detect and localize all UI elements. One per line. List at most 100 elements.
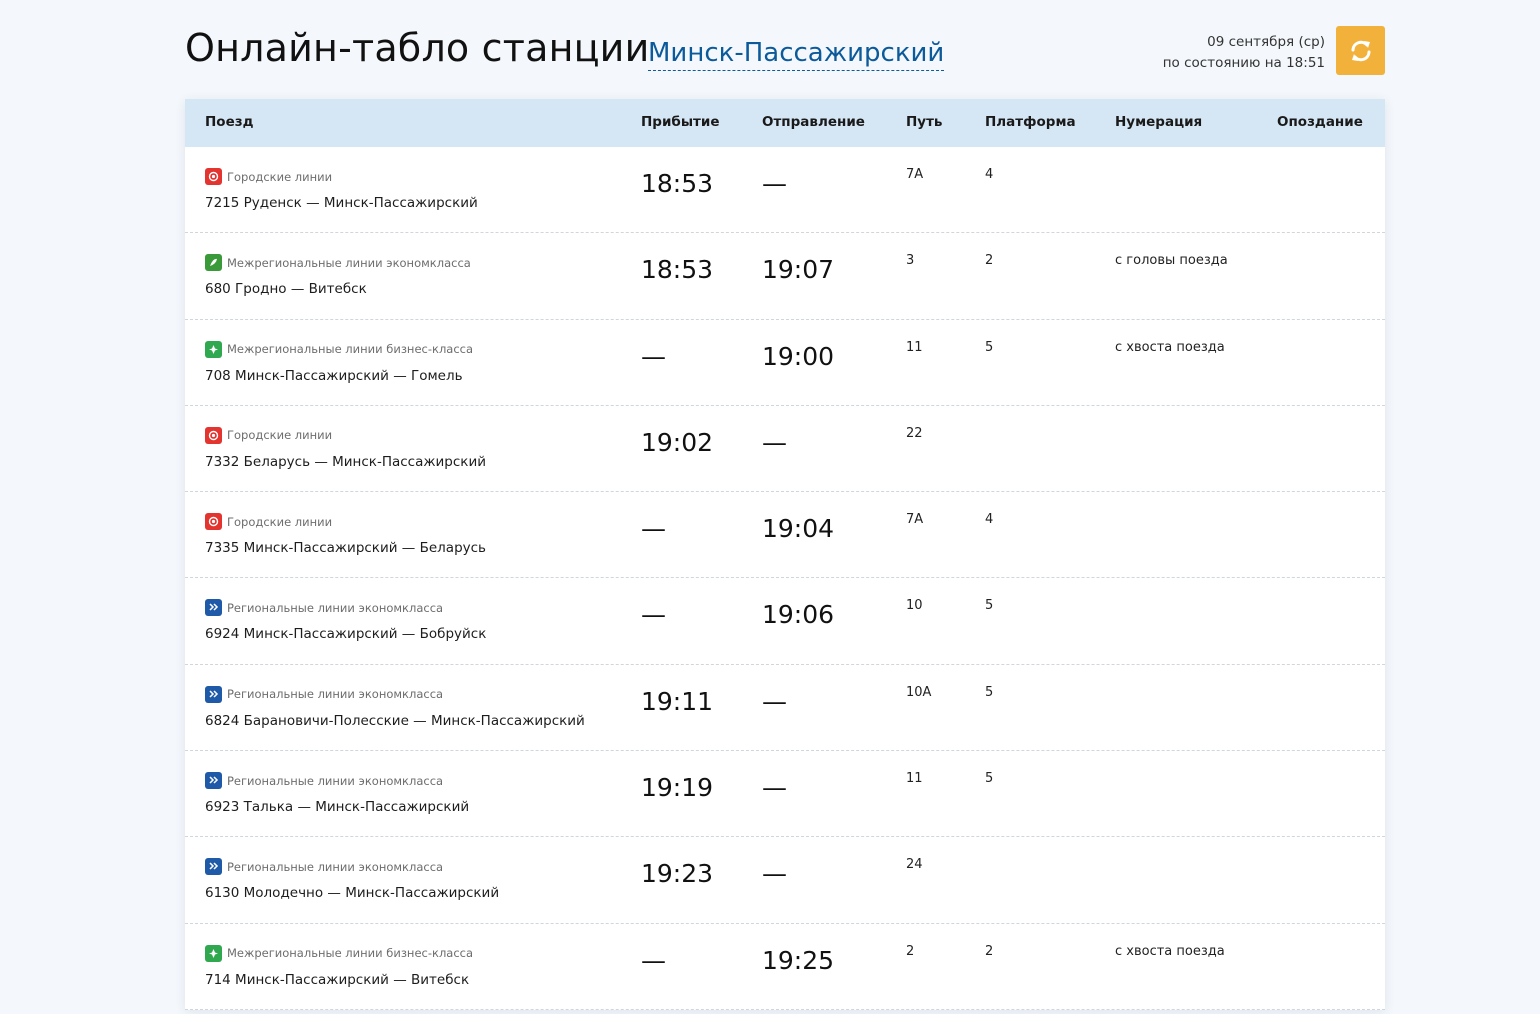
train-category-label: Городские линии xyxy=(227,428,333,443)
regional-econ-icon xyxy=(205,599,222,617)
train-category-label: Региональные линии экономкласса xyxy=(227,773,444,788)
platform-number: 5 xyxy=(985,684,994,700)
col-track: Путь xyxy=(906,114,943,130)
col-numbering: Нумерация xyxy=(1115,114,1203,130)
refresh-icon xyxy=(1351,40,1370,61)
table-row: Городские линии 7215 Руденск — Минск-Пас… xyxy=(185,147,1385,234)
train-category: Городские линии xyxy=(205,426,333,444)
table-header: Поезд Прибытие Отправление Путь Платформ… xyxy=(185,99,1385,147)
col-departure: Отправление xyxy=(762,114,865,130)
arrival-time: 19:23 xyxy=(641,859,714,889)
train-category-label: Городские линии xyxy=(227,169,333,184)
table-row: Городские линии 7332 Беларусь — Минск-Па… xyxy=(185,406,1385,493)
table-row: Межрегиональные линии бизнес-класса 714 … xyxy=(185,924,1385,1010)
arrival-time: — xyxy=(641,341,666,371)
train-category: Межрегиональные линии экономкласса xyxy=(205,254,471,272)
page-title: Онлайн-табло станции xyxy=(185,26,650,70)
col-train: Поезд xyxy=(205,114,254,130)
table-row: Региональные линии экономкласса 6923 Тал… xyxy=(185,751,1385,838)
departure-time: — xyxy=(762,686,787,716)
arrival-time: 19:19 xyxy=(641,773,714,803)
train-route: 7332 Беларусь — Минск-Пассажирский xyxy=(205,453,487,470)
status-block: 09 сентября (ср) по состоянию на 18:51 xyxy=(1163,32,1325,74)
arrival-time: — xyxy=(641,945,666,975)
car-numbering: с хвоста поезда xyxy=(1115,339,1225,355)
train-route: 6924 Минск-Пассажирский — Бобруйск xyxy=(205,626,487,643)
train-category-label: Региональные линии экономкласса xyxy=(227,687,444,702)
train-category-label: Межрегиональные линии бизнес-класса xyxy=(227,946,474,961)
platform-number: 4 xyxy=(985,167,994,182)
status-date: 09 сентября (ср) xyxy=(1207,34,1325,50)
regional-econ-icon xyxy=(205,772,222,790)
departure-time: 19:25 xyxy=(762,945,835,975)
platform-number: 5 xyxy=(985,598,994,614)
refresh-button[interactable] xyxy=(1336,26,1385,75)
track-number: 3 xyxy=(906,253,915,269)
table-row: Городские линии 7335 Минск-Пассажирский … xyxy=(185,492,1385,579)
arrival-time: 19:02 xyxy=(641,427,714,457)
train-category: Региональные линии экономкласса xyxy=(205,685,444,703)
departure-time: — xyxy=(762,427,787,457)
regional-econ-icon xyxy=(205,858,222,876)
train-route: 6824 Барановичи-Полесские — Минск-Пассаж… xyxy=(205,712,585,729)
train-category: Межрегиональные линии бизнес-класса xyxy=(205,340,474,358)
track-number: 2 xyxy=(906,943,915,959)
arrival-time: — xyxy=(641,514,666,544)
train-category: Региональные линии экономкласса xyxy=(205,599,444,617)
train-route: 714 Минск-Пассажирский — Витебск xyxy=(205,971,470,988)
city-icon xyxy=(205,513,222,531)
table-body: Городские линии 7215 Руденск — Минск-Пас… xyxy=(185,147,1385,1010)
arrival-time: 19:11 xyxy=(641,686,714,716)
car-numbering: с головы поезда xyxy=(1115,253,1228,269)
train-category: Региональные линии экономкласса xyxy=(205,772,444,790)
train-route: 7335 Минск-Пассажирский — Беларусь xyxy=(205,540,487,557)
arrival-time: — xyxy=(641,600,666,630)
train-category: Межрегиональные линии бизнес-класса xyxy=(205,944,474,962)
station-select-link[interactable]: Минск-Пассажирский xyxy=(648,36,945,71)
arrival-time: 18:53 xyxy=(641,255,714,285)
interregional-business-icon xyxy=(205,340,222,358)
table-row: Региональные линии экономкласса 6924 Мин… xyxy=(185,578,1385,665)
arrival-time: 18:53 xyxy=(641,169,714,198)
train-category: Городские линии xyxy=(205,168,332,185)
platform-number: 2 xyxy=(985,943,994,959)
track-number: 10 xyxy=(906,598,923,614)
departure-time: — xyxy=(762,169,787,198)
table-row: Межрегиональные линии бизнес-класса 708 … xyxy=(185,320,1385,406)
car-numbering: с хвоста поезда xyxy=(1115,943,1225,959)
train-category-label: Межрегиональные линии экономкласса xyxy=(227,255,471,270)
departure-time: 19:07 xyxy=(762,255,835,285)
train-category: Региональные линии экономкласса xyxy=(205,858,444,876)
schedule-table: Поезд Прибытие Отправление Путь Платформ… xyxy=(185,99,1385,1010)
table-row: Региональные линии экономкласса 6824 Бар… xyxy=(185,665,1385,752)
departure-time: 19:00 xyxy=(762,341,835,371)
train-route: 680 Гродно — Витебск xyxy=(205,281,367,298)
train-category-label: Межрегиональные линии бизнес-класса xyxy=(227,342,474,357)
status-time: по состоянию на 18:51 xyxy=(1162,55,1325,71)
track-number: 24 xyxy=(906,857,923,873)
platform-number: 5 xyxy=(985,339,994,355)
interregional-econ-icon xyxy=(205,254,222,272)
departure-time: — xyxy=(762,773,787,803)
regional-econ-icon xyxy=(205,685,222,703)
interregional-business-icon xyxy=(205,944,222,962)
train-category-label: Региональные линии экономкласса xyxy=(227,859,444,874)
table-row: Региональные линии экономкласса 6130 Мол… xyxy=(185,837,1385,924)
platform-number: 5 xyxy=(985,771,994,787)
track-number: 7А xyxy=(906,167,924,182)
train-route: 6130 Молодечно — Минск-Пассажирский xyxy=(205,885,500,902)
track-number: 10А xyxy=(906,684,932,700)
col-platform: Платформа xyxy=(985,114,1076,130)
page-header: Онлайн-табло станции Минск-Пассажирский … xyxy=(185,24,1385,84)
train-category: Городские линии xyxy=(205,513,333,531)
train-category-label: Региональные линии экономкласса xyxy=(227,600,444,615)
col-arrival: Прибытие xyxy=(641,114,720,130)
table-row: Межрегиональные линии экономкласса 680 Г… xyxy=(185,233,1385,320)
departure-time: 19:06 xyxy=(762,600,835,630)
train-route: 6923 Талька — Минск-Пассажирский xyxy=(205,799,470,816)
train-route: 7215 Руденск — Минск-Пассажирский xyxy=(205,195,478,211)
track-number: 11 xyxy=(906,771,923,787)
departure-time: 19:04 xyxy=(762,514,835,544)
train-route: 708 Минск-Пассажирский — Гомель xyxy=(205,367,463,384)
train-category-label: Городские линии xyxy=(227,514,333,529)
